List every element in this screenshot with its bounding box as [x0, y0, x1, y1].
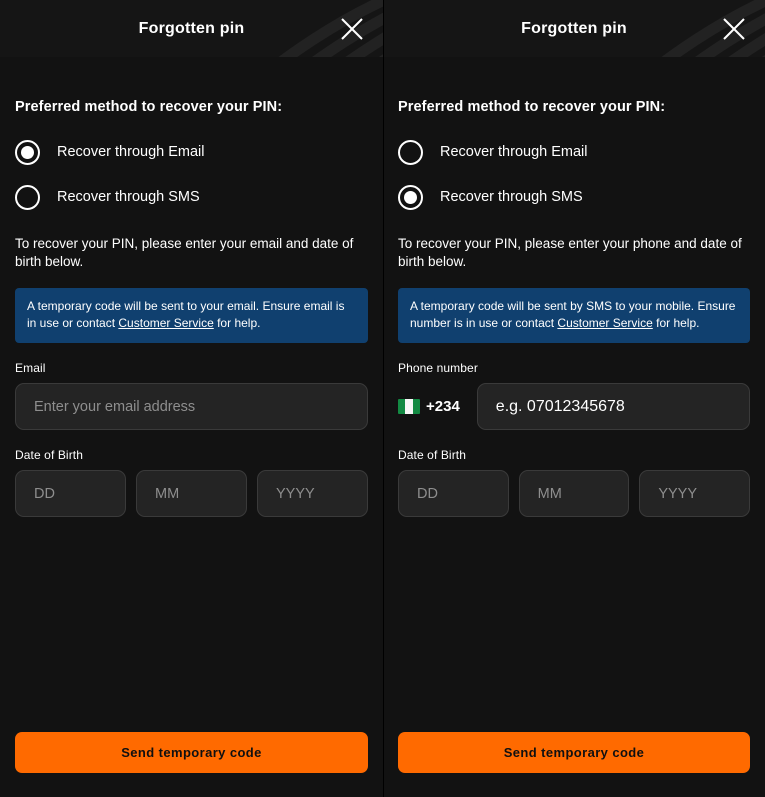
nigeria-flag-icon	[398, 399, 420, 414]
dialog-title: Forgotten pin	[521, 19, 627, 37]
phone-input-placeholder: e.g. 07012345678	[495, 397, 625, 415]
radio-icon-email[interactable]	[398, 139, 423, 165]
dob-label: Date of Birth	[398, 448, 466, 462]
close-icon	[723, 17, 745, 40]
radio-option-email[interactable]: Recover through Email	[15, 138, 368, 166]
dialog-header-left: Forgotten pin	[0, 0, 383, 57]
forgotten-pin-screen: Forgotten pin Preferred method to recove…	[0, 0, 765, 797]
radio-label-sms: Recover through SMS	[440, 189, 583, 205]
country-dial-code: +234	[426, 398, 460, 415]
customer-service-link[interactable]: Customer Service	[557, 316, 652, 330]
email-input[interactable]: Enter your email address	[15, 383, 368, 430]
helper-text: To recover your PIN, please enter your p…	[398, 236, 742, 269]
radio-icon-sms[interactable]	[398, 184, 423, 210]
close-button[interactable]	[337, 14, 367, 44]
radio-label-sms: Recover through SMS	[57, 189, 200, 205]
phone-field-label: Phone number	[398, 361, 478, 375]
radio-label-email: Recover through Email	[440, 144, 588, 160]
radio-option-sms[interactable]: Recover through SMS	[15, 183, 368, 211]
info-banner: A temporary code will be sent by SMS to …	[398, 288, 750, 343]
section-title: Preferred method to recover your PIN:	[398, 99, 666, 115]
dialog-body-left: Preferred method to recover your PIN: Re…	[0, 57, 383, 797]
helper-text: To recover your PIN, please enter your e…	[15, 236, 354, 269]
section-title: Preferred method to recover your PIN:	[15, 99, 283, 115]
dob-field-group: DD MM YYYY	[398, 470, 751, 517]
radio-option-email[interactable]: Recover through Email	[398, 138, 750, 166]
close-icon	[341, 17, 363, 40]
dob-month-input[interactable]: MM	[518, 470, 630, 517]
info-banner: A temporary code will be sent to your em…	[15, 288, 368, 343]
send-temporary-code-button[interactable]: Send temporary code	[15, 732, 368, 773]
radio-icon-sms[interactable]	[15, 184, 40, 210]
close-button[interactable]	[719, 14, 749, 44]
dialog-body-right: Preferred method to recover your PIN: Re…	[383, 57, 765, 797]
customer-service-link[interactable]: Customer Service	[118, 316, 213, 330]
dialog-header-right: Forgotten pin	[383, 0, 765, 57]
info-banner-text-after: for help.	[213, 316, 261, 330]
email-field-label: Email	[15, 361, 46, 375]
radio-icon-email[interactable]	[15, 139, 40, 165]
radio-label-email: Recover through Email	[57, 144, 205, 160]
dob-day-input[interactable]: DD	[15, 470, 126, 517]
dob-year-input[interactable]: YYYY	[257, 470, 368, 517]
dialog-title: Forgotten pin	[138, 19, 245, 37]
dob-year-input[interactable]: YYYY	[639, 470, 751, 517]
panel-divider	[383, 0, 384, 797]
phone-number-input[interactable]: e.g. 07012345678	[476, 383, 750, 430]
recovery-method-radio-group: Recover through Email Recover through SM…	[398, 138, 750, 228]
panel-sms-recovery: Forgotten pin Preferred method to recove…	[383, 0, 765, 797]
country-code-selector[interactable]: +234	[398, 383, 460, 430]
email-input-placeholder: Enter your email address	[34, 398, 196, 415]
recovery-method-radio-group: Recover through Email Recover through SM…	[15, 138, 368, 228]
dob-day-input[interactable]: DD	[398, 470, 509, 517]
dob-label: Date of Birth	[15, 448, 83, 462]
info-banner-text-after: for help.	[652, 316, 700, 330]
dob-field-group: DD MM YYYY	[15, 470, 368, 517]
send-temporary-code-button[interactable]: Send temporary code	[398, 732, 750, 773]
dob-month-input[interactable]: MM	[136, 470, 247, 517]
phone-input-row: +234 e.g. 07012345678	[398, 383, 750, 430]
radio-option-sms[interactable]: Recover through SMS	[398, 183, 750, 211]
panel-email-recovery: Forgotten pin Preferred method to recove…	[0, 0, 383, 797]
